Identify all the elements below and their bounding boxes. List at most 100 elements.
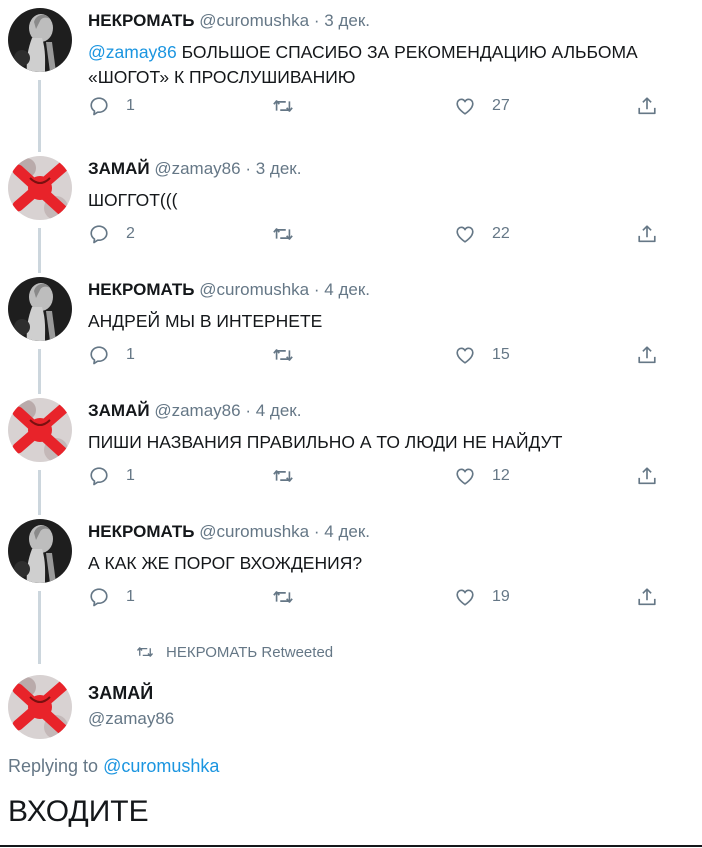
zamay-avatar-image: [8, 675, 72, 739]
author-handle[interactable]: @zamay86: [154, 159, 240, 178]
avatar[interactable]: [8, 675, 72, 739]
mention-link[interactable]: @zamay86: [88, 42, 177, 62]
reply-icon: [88, 223, 110, 245]
reply-button[interactable]: 1: [88, 585, 135, 609]
separator: ·: [313, 280, 320, 299]
reply-count: 2: [126, 225, 135, 242]
reply-button[interactable]: 1: [88, 343, 135, 367]
like-button[interactable]: 22: [454, 222, 510, 246]
share-icon: [636, 223, 658, 245]
separator: ·: [313, 11, 320, 30]
author-handle[interactable]: @zamay86: [154, 401, 240, 420]
share-button[interactable]: [636, 343, 658, 367]
zamay-avatar-image: [8, 156, 72, 220]
tweet-date[interactable]: 3 дек.: [256, 159, 302, 178]
heart-icon: [454, 344, 476, 366]
tweet-date[interactable]: 4 дек.: [324, 280, 370, 299]
retweet-button[interactable]: [272, 464, 310, 488]
reply-button[interactable]: 1: [88, 94, 135, 118]
share-icon: [636, 465, 658, 487]
author-handle[interactable]: @curomushka: [199, 522, 309, 541]
tweet-actions: 1 27: [88, 94, 688, 118]
tweet-header: ЗАМАЙ @zamay86 · 4 дек.: [88, 401, 301, 421]
retweet-notice-text: НЕКРОМАТЬ Retweeted: [166, 643, 334, 661]
nekromat-avatar-image: [8, 519, 72, 583]
like-button[interactable]: 19: [454, 585, 510, 609]
like-count: 27: [492, 97, 510, 114]
retweet-button[interactable]: [272, 585, 310, 609]
reply-count: 1: [126, 97, 135, 114]
retweet-icon: [136, 643, 154, 661]
tweet-text: А КАК ЖЕ ПОРОГ ВХОЖДЕНИЯ?: [88, 551, 698, 576]
retweet-icon: [272, 95, 294, 117]
tweet[interactable]: НЕКРОМАТЬ @curomushka · 3 дек. @zamay86 …: [0, 0, 702, 121]
reply-count: 1: [126, 467, 135, 484]
author-name[interactable]: ЗАМАЙ: [88, 683, 153, 704]
tweet-header: НЕКРОМАТЬ @curomushka · 4 дек.: [88, 280, 370, 300]
retweet-button[interactable]: [272, 222, 310, 246]
author-handle[interactable]: @curomushka: [199, 11, 309, 30]
heart-icon: [454, 586, 476, 608]
author-handle[interactable]: @zamay86: [88, 709, 174, 729]
retweet-icon: [272, 344, 294, 366]
share-button[interactable]: [636, 585, 658, 609]
tweet-actions: 1 19: [88, 585, 688, 609]
retweet-button[interactable]: [272, 343, 310, 367]
reply-button[interactable]: 2: [88, 222, 135, 246]
avatar[interactable]: [8, 156, 72, 220]
share-button[interactable]: [636, 94, 658, 118]
like-button[interactable]: 27: [454, 94, 510, 118]
share-icon: [636, 586, 658, 608]
tweet-body: ПИШИ НАЗВАНИЯ ПРАВИЛЬНО А ТО ЛЮДИ НЕ НАЙ…: [88, 432, 563, 452]
avatar[interactable]: [8, 519, 72, 583]
like-button[interactable]: 12: [454, 464, 510, 488]
author-name[interactable]: ЗАМАЙ: [88, 401, 150, 420]
tweet-date[interactable]: 4 дек.: [256, 401, 302, 420]
tweet-body: А КАК ЖЕ ПОРОГ ВХОЖДЕНИЯ?: [88, 553, 363, 573]
separator: ·: [245, 159, 251, 178]
nekromat-avatar-image: [8, 277, 72, 341]
tweet[interactable]: ЗАМАЙ @zamay86 · 4 дек. ПИШИ НАЗВАНИЯ ПР…: [0, 390, 702, 511]
retweet-button[interactable]: [272, 94, 310, 118]
retweet-icon: [272, 586, 294, 608]
author-name[interactable]: НЕКРОМАТЬ: [88, 522, 195, 541]
share-button[interactable]: [636, 464, 658, 488]
retweet-icon: [272, 465, 294, 487]
tweet[interactable]: НЕКРОМАТЬ @curomushka · 4 дек. А КАК ЖЕ …: [0, 511, 702, 632]
author-name[interactable]: НЕКРОМАТЬ: [88, 280, 195, 299]
tweet[interactable]: НЕКРОМАТЬ @curomushka · 4 дек. АНДРЕЙ МЫ…: [0, 269, 702, 390]
tweet-actions: 1 12: [88, 464, 688, 488]
author-handle[interactable]: @curomushka: [199, 280, 309, 299]
like-count: 12: [492, 467, 510, 484]
heart-icon: [454, 95, 476, 117]
reply-icon: [88, 465, 110, 487]
tweet-text: @zamay86 БОЛЬШОЕ СПАСИБО ЗА РЕКОМЕНДАЦИЮ…: [88, 40, 698, 90]
main-tweet-text: ВХОДИТЕ: [8, 795, 149, 828]
tweet-body: ШОГГОТ(((: [88, 190, 178, 210]
share-icon: [636, 344, 658, 366]
tweet-header: НЕКРОМАТЬ @curomushka · 4 дек.: [88, 522, 370, 542]
share-button[interactable]: [636, 222, 658, 246]
avatar[interactable]: [8, 277, 72, 341]
tweet-text: ШОГГОТ(((: [88, 188, 698, 213]
retweet-notice[interactable]: НЕКРОМАТЬ Retweeted: [136, 643, 333, 661]
like-button[interactable]: 15: [454, 343, 510, 367]
avatar[interactable]: [8, 8, 72, 72]
avatar[interactable]: [8, 398, 72, 462]
author-name[interactable]: ЗАМАЙ: [88, 159, 150, 178]
reply-icon: [88, 344, 110, 366]
tweet-text: АНДРЕЙ МЫ В ИНТЕРНЕТЕ: [88, 309, 698, 334]
reply-count: 1: [126, 588, 135, 605]
share-icon: [636, 95, 658, 117]
tweet-text: ПИШИ НАЗВАНИЯ ПРАВИЛЬНО А ТО ЛЮДИ НЕ НАЙ…: [88, 430, 698, 455]
tweet-date[interactable]: 3 дек.: [324, 11, 370, 30]
tweet[interactable]: ЗАМАЙ @zamay86 · 3 дек. ШОГГОТ((( 2 22: [0, 148, 702, 269]
author-name[interactable]: НЕКРОМАТЬ: [88, 11, 195, 30]
reply-icon: [88, 586, 110, 608]
heart-icon: [454, 465, 476, 487]
replying-to-link[interactable]: @curomushka: [103, 756, 219, 776]
tweet-date[interactable]: 4 дек.: [324, 522, 370, 541]
separator: ·: [313, 522, 320, 541]
reply-button[interactable]: 1: [88, 464, 135, 488]
replying-to: Replying to @curomushka: [8, 756, 219, 777]
